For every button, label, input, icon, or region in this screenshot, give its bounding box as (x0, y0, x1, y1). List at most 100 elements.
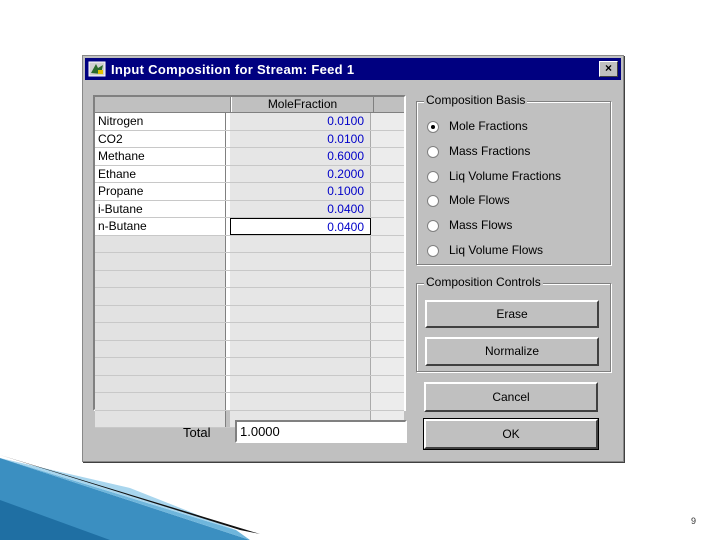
close-icon: × (604, 61, 612, 75)
component-name-cell (95, 358, 226, 375)
grid-rows: Nitrogen 0.0100 CO2 0.0100 Methane 0.6000 Etha… (95, 113, 404, 428)
table-row[interactable] (95, 270, 404, 288)
spare-cell (371, 340, 404, 357)
component-name-cell: n-Butane (95, 218, 226, 235)
component-name-cell: Methane (95, 148, 226, 165)
composition-grid[interactable]: MoleFraction Nitrogen 0.0100 CO2 0.0100 Meth… (93, 95, 406, 428)
table-row[interactable]: Ethane 0.2000 (95, 165, 404, 183)
input-composition-dialog: Input Composition for Stream: Feed 1 × M… (82, 55, 624, 462)
spare-cell (371, 270, 404, 287)
spare-cell (371, 305, 404, 322)
table-row[interactable]: i-Butane 0.0400 (95, 200, 404, 218)
component-name-cell (95, 305, 226, 322)
mole-fraction-cell[interactable] (230, 270, 371, 287)
mole-fraction-cell[interactable] (230, 375, 371, 392)
table-row[interactable] (95, 340, 404, 358)
spare-cell (371, 358, 404, 375)
table-row[interactable]: Nitrogen 0.0100 (95, 113, 404, 131)
table-row[interactable]: n-Butane 0.0400 (95, 218, 404, 236)
table-row[interactable]: Methane 0.6000 (95, 148, 404, 166)
window-title: Input Composition for Stream: Feed 1 (111, 62, 355, 77)
table-row[interactable] (95, 253, 404, 271)
radio-label: Liq Volume Flows (449, 243, 544, 257)
table-row[interactable] (95, 393, 404, 411)
table-row[interactable] (95, 358, 404, 376)
close-button[interactable]: × (599, 61, 618, 77)
mole-fraction-cell[interactable] (230, 253, 371, 270)
component-name-cell (95, 393, 226, 410)
spare-cell (371, 253, 404, 270)
app-icon (88, 61, 106, 77)
component-name-cell (95, 340, 226, 357)
composition-controls-group: Composition Controls Erase Normalize (416, 275, 611, 372)
spare-cell (371, 148, 404, 165)
component-name-cell: Nitrogen (95, 113, 226, 130)
spare-cell (371, 393, 404, 410)
radio-button[interactable] (427, 245, 439, 257)
component-name-cell (95, 235, 226, 252)
total-label: Total (183, 425, 211, 440)
radio-button[interactable] (427, 145, 439, 158)
component-name-cell (95, 323, 226, 340)
spare-cell (371, 218, 404, 235)
table-row[interactable] (95, 305, 404, 323)
component-name-cell (95, 288, 226, 305)
composition-basis-title: Composition Basis (424, 93, 528, 107)
mole-fraction-cell[interactable]: 0.2000 (230, 165, 371, 182)
ok-button[interactable]: OK (423, 418, 599, 450)
spare-cell (371, 113, 404, 130)
radio-label: Liq Volume Fractions (449, 168, 562, 183)
radio-button[interactable] (427, 121, 439, 133)
mole-fraction-cell[interactable] (230, 358, 371, 375)
spare-cell (371, 165, 404, 182)
radio-button[interactable] (427, 170, 439, 183)
component-name-cell: Ethane (95, 165, 226, 182)
mole-fraction-cell[interactable]: 0.0400 (230, 218, 371, 235)
radio-label: Mole Flows (449, 193, 510, 208)
spare-cell (371, 288, 404, 305)
erase-button[interactable]: Erase (425, 300, 599, 328)
mole-fraction-cell[interactable]: 0.0100 (230, 130, 371, 147)
grid-corner (95, 97, 231, 112)
component-name-cell: i-Butane (95, 200, 226, 217)
radio-label: Mole Fractions (449, 119, 528, 133)
composition-basis-group: Composition Basis Mole Fractions Mass Fra… (416, 93, 611, 265)
spare-cell (371, 200, 404, 217)
spare-cell (371, 235, 404, 252)
mole-fraction-cell[interactable] (230, 340, 371, 357)
title-bar[interactable]: Input Composition for Stream: Feed 1 × (85, 58, 621, 80)
spare-cell (371, 183, 404, 200)
radio-button[interactable] (427, 220, 439, 233)
cancel-button[interactable]: Cancel (424, 382, 598, 412)
table-row[interactable]: Propane 0.1000 (95, 183, 404, 201)
column-header-molefraction[interactable]: MoleFraction (231, 97, 374, 112)
mole-fraction-cell[interactable]: 0.0100 (230, 113, 371, 130)
mole-fraction-cell[interactable]: 0.1000 (230, 183, 371, 200)
mole-fraction-cell[interactable] (230, 323, 371, 340)
component-name-cell (95, 375, 226, 392)
table-row[interactable] (95, 288, 404, 306)
normalize-button[interactable]: Normalize (425, 337, 599, 366)
total-field: 1.0000 (235, 420, 407, 443)
page-number: 9 (691, 516, 697, 526)
component-name-cell (95, 253, 226, 270)
radio-label: Mass Flows (449, 218, 513, 233)
mole-fraction-cell[interactable] (230, 393, 371, 410)
mole-fraction-cell[interactable]: 0.6000 (230, 148, 371, 165)
spare-cell (371, 375, 404, 392)
mole-fraction-cell[interactable] (230, 235, 371, 252)
composition-controls-title: Composition Controls (424, 275, 543, 289)
table-row[interactable] (95, 375, 404, 393)
mole-fraction-cell[interactable] (230, 305, 371, 322)
radio-button[interactable] (427, 195, 439, 208)
mole-fraction-cell[interactable] (230, 288, 371, 305)
component-name-cell: Propane (95, 183, 226, 200)
table-row[interactable]: CO2 0.0100 (95, 130, 404, 148)
mole-fraction-cell[interactable]: 0.0400 (230, 200, 371, 217)
spare-cell (371, 323, 404, 340)
grid-header: MoleFraction (95, 97, 404, 113)
table-row[interactable] (95, 235, 404, 253)
component-name-cell (95, 270, 226, 287)
table-row[interactable] (95, 323, 404, 341)
spare-cell (371, 130, 404, 147)
